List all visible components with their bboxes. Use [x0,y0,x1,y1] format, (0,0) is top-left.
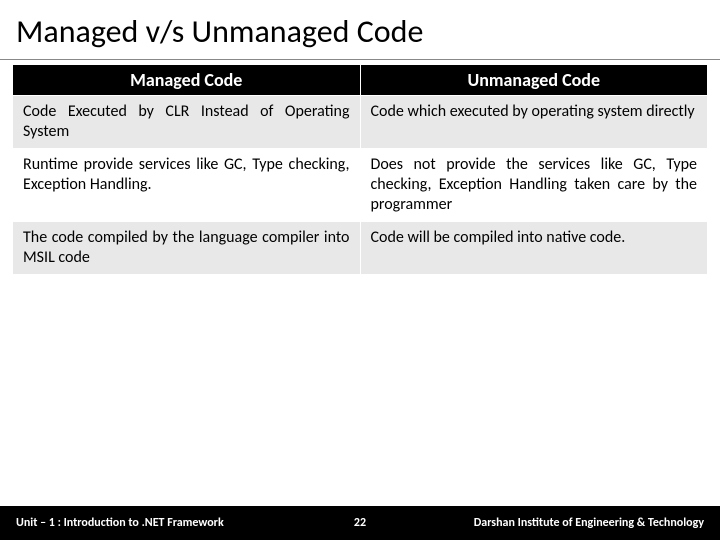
footer-institute: Darshan Institute of Engineering & Techn… [474,516,704,530]
header-unmanaged: Unmanaged Code [360,65,708,96]
footer-page-number: 22 [354,516,366,530]
slide-footer: Unit – 1 : Introduction to .NET Framewor… [0,506,720,540]
cell-managed: Runtime provide services like GC, Type c… [13,149,361,222]
table-header-row: Managed Code Unmanaged Code [13,65,708,96]
cell-unmanaged: Code which executed by operating system … [360,96,708,149]
cell-unmanaged: Code will be compiled into native code. [360,222,708,275]
cell-managed: Code Executed by CLR Instead of Operatin… [13,96,361,149]
table-row: The code compiled by the language compil… [13,222,708,275]
header-managed: Managed Code [13,65,361,96]
table-row: Code Executed by CLR Instead of Operatin… [13,96,708,149]
slide-title: Managed v/s Unmanaged Code [0,0,720,60]
cell-managed: The code compiled by the language compil… [13,222,361,275]
cell-unmanaged: Does not provide the services like GC, T… [360,149,708,222]
footer-unit: Unit – 1 : Introduction to .NET Framewor… [16,516,224,530]
comparison-table: Managed Code Unmanaged Code Code Execute… [12,64,708,275]
table-row: Runtime provide services like GC, Type c… [13,149,708,222]
